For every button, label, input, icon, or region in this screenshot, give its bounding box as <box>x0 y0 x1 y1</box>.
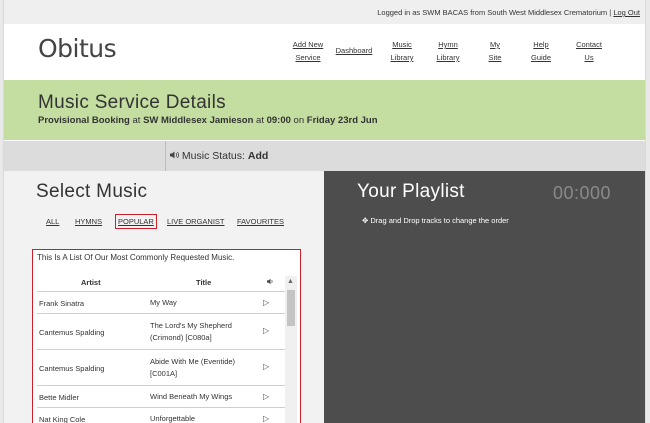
scrollbar-thumb[interactable] <box>287 290 295 326</box>
nav-music-library[interactable]: Music Library <box>382 38 422 64</box>
move-icon: ✥ <box>362 216 369 225</box>
select-music-heading: Select Music <box>36 181 148 202</box>
login-text: Logged in as SWM BACAS from South West M… <box>377 8 612 17</box>
nav-dashboard[interactable]: Dashboard <box>332 44 376 57</box>
music-status-bar: Music Status: Add <box>4 141 645 171</box>
row-title: Wind Beneath My Wings <box>150 392 233 401</box>
row-artist: Cantemus Spalding <box>39 364 105 373</box>
column-title: Title <box>196 278 212 287</box>
tab-popular[interactable]: POPULAR <box>115 214 157 229</box>
page-frame: Logged in as SWM BACAS from South West M… <box>3 0 646 423</box>
music-status-value: Add <box>247 150 269 162</box>
row-artist: Nat King Cole <box>39 415 86 423</box>
table-row[interactable]: Frank Sinatra My Way ▷ <box>37 291 285 313</box>
playlist-heading: Your Playlist <box>357 181 465 202</box>
row-title: The Lord's My Shepherd (Crimond) [C080a] <box>150 321 232 342</box>
row-artist: Frank Sinatra <box>39 299 85 308</box>
row-title: Unforgettable <box>150 414 196 423</box>
row-title: My Way <box>150 298 177 307</box>
logout-link[interactable]: Log Out <box>613 8 640 17</box>
select-music-panel: Select Music ALL HYMNS POPULAR LIVE ORGA… <box>4 171 324 423</box>
music-status-label: Music Status: <box>181 150 245 162</box>
play-icon[interactable]: ▷ <box>263 326 269 335</box>
page-title: Music Service Details <box>38 92 226 113</box>
column-artist: Artist <box>81 278 101 287</box>
header: Obitus Add New Service Dashboard Music Lib… <box>4 24 645 78</box>
table-row[interactable]: Cantemus Spalding Abide With Me (Eventid… <box>37 349 285 385</box>
tab-live-organist[interactable]: LIVE ORGANIST <box>167 217 225 226</box>
tab-all[interactable]: ALL <box>46 217 59 226</box>
play-icon[interactable]: ▷ <box>263 392 269 401</box>
play-icon[interactable]: ▷ <box>263 362 269 371</box>
nav-contact-us[interactable]: Contact Us <box>568 38 610 64</box>
row-artist: Bette Midler <box>39 393 80 402</box>
playlist-hint-text: Drag and Drop tracks to change the order <box>370 216 509 225</box>
top-bar: Logged in as SWM BACAS from South West M… <box>4 0 645 24</box>
play-icon[interactable]: ▷ <box>263 414 269 423</box>
nav-hymn-library[interactable]: Hymn Library <box>428 38 468 64</box>
nav-my-site[interactable]: My Site <box>478 38 512 64</box>
music-status: Music Status: Add <box>170 150 268 162</box>
speaker-icon <box>267 278 274 287</box>
logo[interactable]: Obitus <box>38 34 117 63</box>
table-row[interactable]: Cantemus Spalding The Lord's My Shepherd… <box>37 313 285 349</box>
booking-details: Provisional Booking at SW Middlesex Jami… <box>38 115 378 126</box>
table-header: Artist Title <box>37 278 283 290</box>
list-caption: This Is A List Of Our Most Commonly Requ… <box>37 253 235 262</box>
playlist-hint: ✥ Drag and Drop tracks to change the ord… <box>362 216 509 225</box>
playlist-panel: Your Playlist 00:000 ✥ Drag and Drop tra… <box>324 171 645 423</box>
login-info: Logged in as SWM BACAS from South West M… <box>377 8 640 17</box>
table-row[interactable]: Bette Midler Wind Beneath My Wings ▷ <box>37 385 285 407</box>
row-title: Abide With Me (Eventide) [C001A] <box>150 357 236 378</box>
row-artist: Cantemus Spalding <box>39 328 105 337</box>
popular-music-list: This Is A List Of Our Most Commonly Requ… <box>32 249 301 423</box>
track-rows: Frank Sinatra My Way ▷ Cantemus Spalding… <box>37 291 285 423</box>
list-scrollbar[interactable]: ▲ <box>285 276 297 423</box>
speaker-icon <box>170 151 179 159</box>
nav-add-new-service[interactable]: Add New Service <box>286 38 330 64</box>
divider <box>165 141 166 171</box>
nav-help-guide[interactable]: Help Guide <box>522 38 560 64</box>
tab-favourites[interactable]: FAVOURITES <box>237 217 284 226</box>
table-row[interactable]: Nat King Cole Unforgettable ▷ <box>37 407 285 423</box>
service-banner: Music Service Details Provisional Bookin… <box>4 80 645 140</box>
playlist-timer: 00:000 <box>553 183 612 203</box>
play-icon[interactable]: ▷ <box>263 298 269 307</box>
scroll-up-arrow-icon[interactable]: ▲ <box>287 278 294 285</box>
tab-hymns[interactable]: HYMNS <box>75 217 102 226</box>
